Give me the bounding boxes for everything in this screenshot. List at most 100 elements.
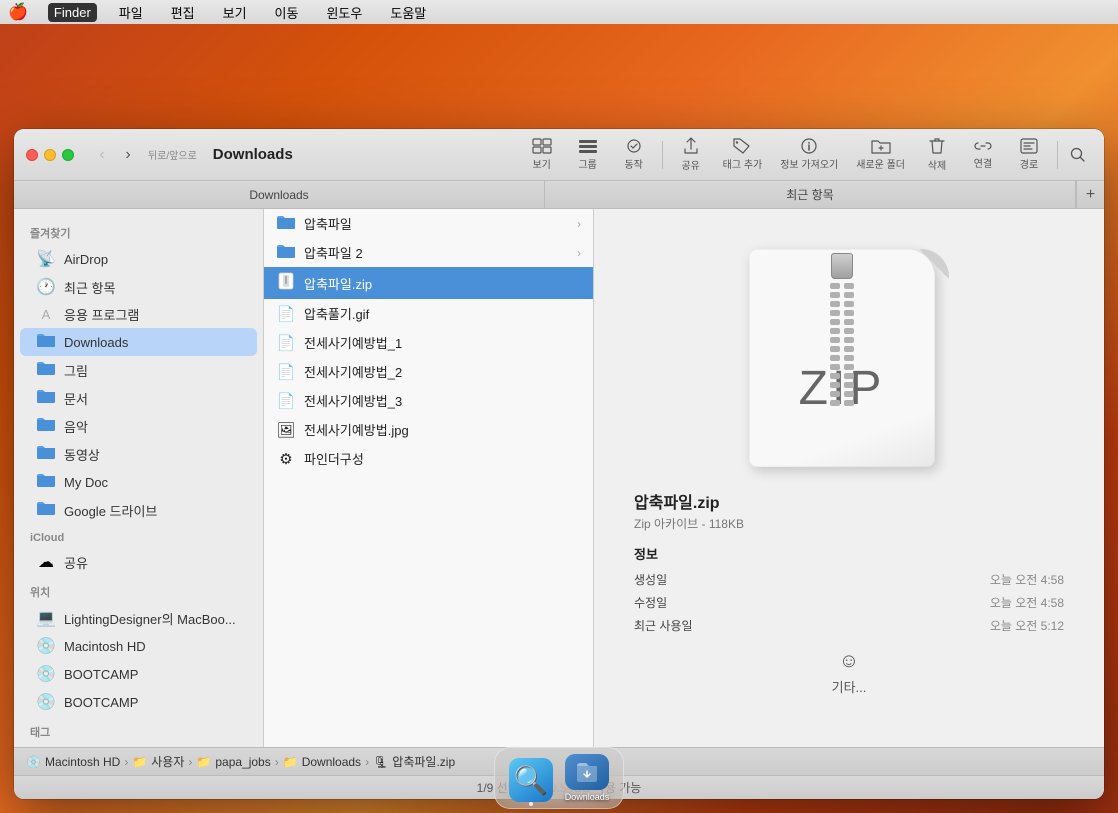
info-row-created: 생성일 오늘 오전 4:58 (634, 571, 1064, 588)
sidebar-item-macbook[interactable]: 💻 LightingDesigner의 MacBoo... (20, 604, 257, 632)
file-item-jpg[interactable]: 🖼 전세사기예방법.jpg (264, 415, 593, 444)
search-button[interactable] (1064, 141, 1092, 169)
file-item-doc1[interactable]: 📄 전세사기예방법_1 (264, 328, 593, 357)
sidebar-documents-label: 문서 (64, 389, 88, 408)
gif-name: 압축풀기.gif (304, 304, 581, 323)
googledrive-folder-icon (36, 500, 56, 520)
minimize-button[interactable] (44, 149, 56, 161)
downloads-folder-icon (36, 332, 56, 352)
sidebar-icloud-label: 공유 (64, 553, 88, 572)
macintosh-icon: 💿 (36, 636, 56, 656)
sidebar-apps-label: 응용 프로그램 (64, 305, 139, 324)
menu-go[interactable]: 이동 (269, 1, 305, 24)
file-item-gif[interactable]: 📄 압축풀기.gif (264, 299, 593, 328)
toolbar-sep-2 (1057, 141, 1058, 169)
delete-button[interactable]: 삭제 (915, 134, 959, 175)
sidebar-airdrop-label: AirDrop (64, 252, 108, 267)
link-button[interactable]: 연결 (961, 136, 1005, 173)
sidebar-bootcamp2-label: BOOTCAMP (64, 695, 138, 710)
sidebar-item-documents[interactable]: 문서 (20, 384, 257, 412)
sidebar-pictures-label: 그림 (64, 361, 88, 380)
dock-downloads[interactable]: Downloads (563, 754, 611, 802)
zipper-strip (824, 249, 860, 406)
movies-folder-icon (36, 444, 56, 464)
info-button[interactable]: 정보 가져오기 (772, 135, 846, 174)
music-folder-icon (36, 416, 56, 436)
file-info-more[interactable]: ☺ 기타... (634, 650, 1064, 696)
action-label: 동작 (624, 156, 642, 171)
path-section-downloads[interactable]: Downloads (14, 181, 545, 208)
back-button[interactable]: ‹ (90, 143, 114, 167)
menu-window[interactable]: 윈도우 (320, 1, 368, 24)
pref-name: 파인더구성 (304, 449, 581, 468)
sidebar-macintosh-label: Macintosh HD (64, 639, 146, 654)
sidebar-icloud-title: iCloud (14, 524, 263, 548)
info-row-accessed: 최근 사용일 오늘 오전 5:12 (634, 617, 1064, 634)
sidebar-item-macintosh[interactable]: 💿 Macintosh HD (20, 632, 257, 660)
apple-menu[interactable]: 🍎 (8, 2, 28, 22)
zip-icon (276, 272, 296, 294)
share-button[interactable]: 공유 (669, 134, 713, 175)
path-add-button[interactable]: + (1076, 181, 1104, 208)
modified-value: 오늘 오전 4:58 (990, 594, 1064, 611)
path-button[interactable]: 경로 (1007, 135, 1051, 174)
file-item-folder1[interactable]: 압축파일 › (264, 209, 593, 238)
file-item-pref[interactable]: ⚙ 파인더구성 (264, 444, 593, 473)
sidebar-item-mydoc[interactable]: My Doc (20, 468, 257, 496)
tag-button[interactable]: 태그 추가 (715, 135, 771, 174)
menu-help[interactable]: 도움말 (384, 1, 432, 24)
more-icon: ☺ (839, 650, 859, 673)
action-button[interactable]: 동작 (612, 135, 656, 174)
menu-view[interactable]: 보기 (217, 1, 253, 24)
new-folder-button[interactable]: 새로운 폴더 (848, 135, 913, 174)
icloud-icon: ☁ (36, 552, 56, 572)
sidebar-item-icloud[interactable]: ☁ 공유 (20, 548, 257, 576)
file-item-zip[interactable]: 압축파일.zip (264, 267, 593, 299)
sidebar-item-music[interactable]: 음악 (20, 412, 257, 440)
desktop: ‹ › 뒤로/앞으로 Downloads 보기 (0, 24, 1118, 813)
pictures-folder-icon (36, 360, 56, 380)
sidebar-item-airdrop[interactable]: 📡 AirDrop (20, 245, 257, 273)
folder1-arrow: › (577, 217, 581, 231)
forward-button[interactable]: › (116, 143, 140, 167)
sidebar-item-downloads[interactable]: Downloads (20, 328, 257, 356)
sidebar-music-label: 음악 (64, 417, 88, 436)
nav-buttons: ‹ › (90, 143, 140, 167)
fullscreen-button[interactable] (62, 149, 74, 161)
view-button[interactable]: 보기 (520, 135, 564, 174)
sidebar-item-bootcamp2[interactable]: 💿 BOOTCAMP (20, 688, 257, 716)
paper-corner (919, 249, 949, 279)
group-label: 그룹 (578, 156, 596, 171)
file-item-folder2[interactable]: 압축파일 2 › (264, 238, 593, 267)
folder1-name: 압축파일 (304, 214, 569, 233)
sidebar-item-bootcamp1[interactable]: 💿 BOOTCAMP (20, 660, 257, 688)
close-button[interactable] (26, 149, 38, 161)
sidebar-item-recents[interactable]: 🕐 최근 항목 (20, 273, 257, 301)
dock: 🔍 Downloads (494, 747, 624, 809)
sidebar-item-googledrive[interactable]: Google 드라이브 (20, 496, 257, 524)
link-label: 연결 (974, 155, 992, 170)
recents-icon: 🕐 (36, 277, 56, 297)
jpg-icon: 🖼 (276, 421, 296, 439)
main-area: 즐겨찾기 📡 AirDrop 🕐 최근 항목 A 응용 프로그램 (14, 209, 1104, 747)
doc3-name: 전세사기예방법_3 (304, 391, 581, 410)
file-item-doc3[interactable]: 📄 전세사기예방법_3 (264, 386, 593, 415)
sidebar-item-apps[interactable]: A 응용 프로그램 (20, 301, 257, 328)
dock-finder[interactable]: 🔍 (507, 754, 555, 802)
menu-edit[interactable]: 편집 (165, 1, 201, 24)
path-bar: Downloads 최근 항목 + (14, 181, 1104, 209)
file-item-doc2[interactable]: 📄 전세사기예방법_2 (264, 357, 593, 386)
sidebar-macbook-label: LightingDesigner의 MacBoo... (64, 609, 236, 628)
info-section-title: 정보 (634, 544, 1064, 563)
sidebar-locations-title: 위치 (14, 576, 263, 604)
zip-paper-body: ZIP (749, 249, 935, 467)
path-section-recents[interactable]: 최근 항목 (545, 181, 1076, 208)
sidebar-item-movies[interactable]: 동영상 (20, 440, 257, 468)
group-button[interactable]: 그룹 (566, 135, 610, 174)
sidebar-bootcamp1-label: BOOTCAMP (64, 667, 138, 682)
bootcamp1-icon: 💿 (36, 664, 56, 684)
view-label: 보기 (532, 156, 550, 171)
menu-finder[interactable]: Finder (48, 3, 97, 22)
menu-file[interactable]: 파일 (113, 1, 149, 24)
sidebar-item-pictures[interactable]: 그림 (20, 356, 257, 384)
